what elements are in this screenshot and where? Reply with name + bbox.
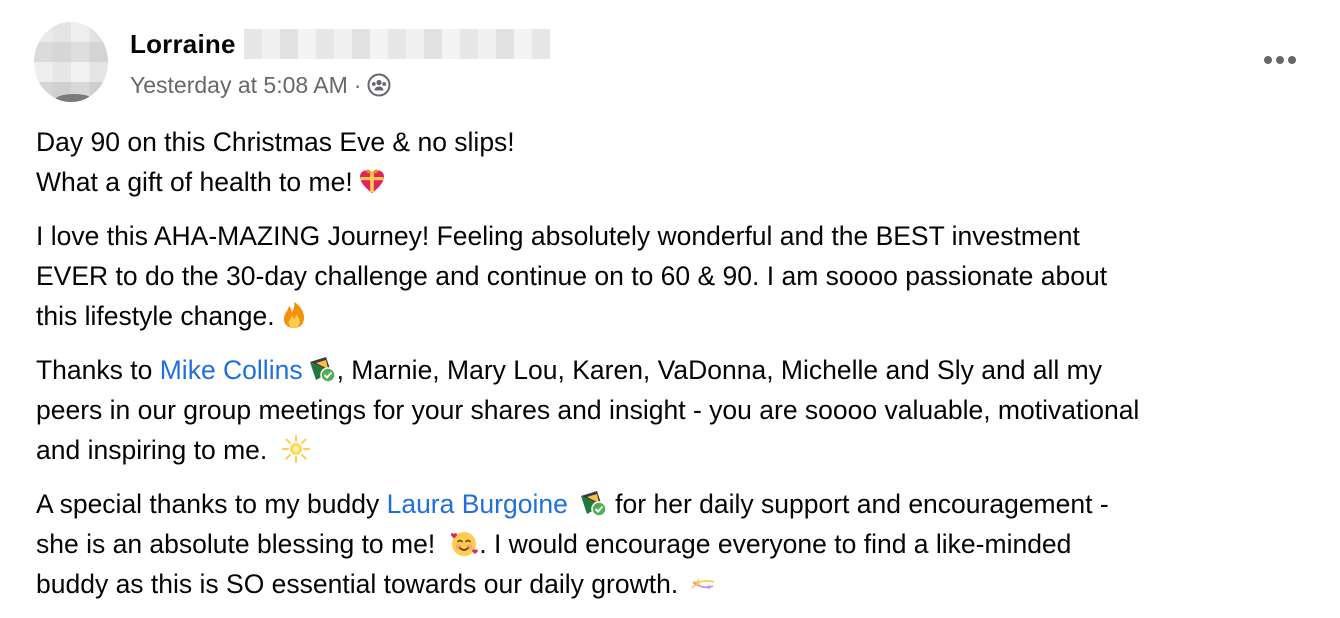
- mention-link[interactable]: Mike Collins: [160, 355, 303, 385]
- post-line-text: Thanks to: [36, 355, 160, 385]
- more-options-button[interactable]: [1258, 46, 1302, 74]
- author-name[interactable]: Lorraine: [130, 29, 236, 60]
- post-line-text: . I would encourage everyone to find a l…: [479, 529, 1072, 559]
- post-header: Lorraine: [130, 26, 550, 62]
- feed-post: Lorraine Yesterday at 5:08 AM · Day 90 o…: [0, 0, 1340, 618]
- post-line: I love this AHA-MAZING Journey! Feeling …: [36, 221, 1080, 251]
- post-line-text: for her daily support and encouragement …: [607, 489, 1109, 519]
- fire-emoji: [279, 300, 309, 330]
- post-line: and inspiring to me.: [36, 430, 1316, 470]
- post-line-text: What a gift of health to me!: [36, 167, 353, 197]
- post-line-text: and inspiring to me.: [36, 435, 268, 465]
- post-paragraph: Thanks to Mike Collins , Marnie, Mary Lou…: [36, 350, 1316, 470]
- post-line-text: she is an absolute blessing to me!: [36, 529, 436, 559]
- post-line: A special thanks to my buddy Laura Burgo…: [36, 484, 1316, 524]
- gift-heart-emoji: [357, 166, 387, 196]
- member-badge-icon: [307, 354, 337, 384]
- meta-separator: ·: [353, 71, 362, 98]
- post-paragraph: A special thanks to my buddy Laura Burgo…: [36, 484, 1316, 604]
- post-line: Thanks to Mike Collins , Marnie, Mary Lou…: [36, 350, 1316, 390]
- sparkle-sun-emoji: [281, 434, 311, 464]
- post-meta: Yesterday at 5:08 AM ·: [130, 70, 391, 100]
- smiling-hearts-emoji: [449, 528, 479, 558]
- member-badge-icon: [578, 488, 608, 518]
- post-timestamp[interactable]: Yesterday at 5:08 AM: [130, 72, 348, 99]
- post-line: Day 90 on this Christmas Eve & no slips!: [36, 127, 515, 157]
- more-horizontal-icon: [1263, 55, 1297, 65]
- post-line: What a gift of health to me!: [36, 162, 1316, 202]
- post-line-text: this lifestyle change.: [36, 301, 275, 331]
- post-paragraph: I love this AHA-MAZING Journey! Feeling …: [36, 216, 1316, 336]
- redacted-last-name: [243, 29, 550, 59]
- post-line-text: buddy as this is SO essential towards ou…: [36, 569, 679, 599]
- post-line: this lifestyle change.: [36, 296, 1316, 336]
- post-line: peers in our group meetings for your sha…: [36, 395, 1140, 425]
- post-body: Day 90 on this Christmas Eve & no slips!…: [36, 122, 1316, 604]
- post-line-text: A special thanks to my buddy: [36, 489, 387, 519]
- post-line: she is an absolute blessing to me! . I wo…: [36, 524, 1316, 564]
- dizzy-stars-emoji: [688, 568, 718, 598]
- post-line: EVER to do the 30-day challenge and cont…: [36, 261, 1108, 291]
- post-line-text: , Marnie, Mary Lou, Karen, VaDonna, Mich…: [336, 355, 1103, 385]
- post-paragraph: Day 90 on this Christmas Eve & no slips!…: [36, 122, 1316, 202]
- avatar[interactable]: [34, 22, 108, 102]
- post-line: buddy as this is SO essential towards ou…: [36, 564, 1316, 604]
- group-icon[interactable]: [367, 73, 391, 97]
- mention-link[interactable]: Laura Burgoine: [387, 489, 568, 519]
